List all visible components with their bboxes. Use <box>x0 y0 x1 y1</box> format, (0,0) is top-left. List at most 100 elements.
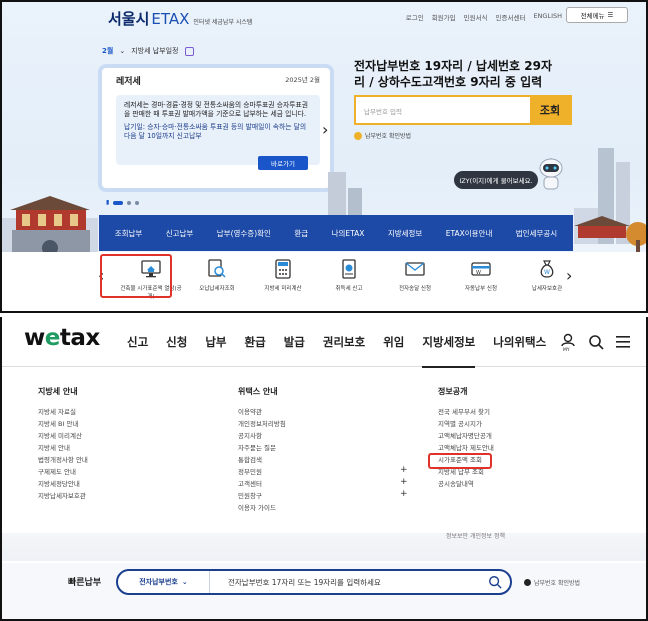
menu-link[interactable]: 지방납세자보호관 <box>38 490 88 502</box>
quick-pay-box: 전자납부번호 ⌄ 전자납부번호 17자리 또는 19자리를 입력하세요 <box>116 569 512 595</box>
wetax-logo[interactable]: wetax <box>24 325 100 351</box>
logo-e: e <box>44 325 61 351</box>
top-link[interactable]: 로그인 <box>406 12 424 22</box>
quick-pay-hint[interactable]: 납부번호 확인방법 <box>524 578 580 587</box>
pay-type-select[interactable]: 전자납부번호 ⌄ <box>118 571 210 593</box>
menu-link[interactable]: 구제제도 안내 <box>38 466 88 478</box>
gnb-item-active[interactable]: 지방세정보 <box>413 334 484 368</box>
top-link[interactable]: ENGLISH <box>533 12 562 22</box>
gnb-item[interactable]: 환급 <box>236 334 275 350</box>
izy-chat-bubble[interactable]: IZY(이지)에게 물어보세요. <box>454 171 538 189</box>
quick-item-autopay[interactable]: W 자동납부 신청 <box>448 258 514 300</box>
nav-item[interactable]: 지방세정보 <box>388 228 423 239</box>
menu-link[interactable]: 전국 세무부서 찾기 <box>438 406 494 418</box>
plus-icon[interactable]: + <box>400 477 416 487</box>
menu-link-expandable[interactable]: 민원창구 + <box>238 489 408 502</box>
gnb-item[interactable]: 발급 <box>275 334 314 350</box>
background-text: 정보보안 개인정보 정책 <box>446 533 506 540</box>
quick-item-label: 지방세 미리계산 <box>264 286 302 292</box>
menu-link[interactable]: 지방세 BI 안내 <box>38 418 88 430</box>
nav-item[interactable]: 신고납부 <box>166 228 194 239</box>
search-button[interactable]: 조회 <box>530 97 570 123</box>
user-icon[interactable]: MY <box>560 333 576 351</box>
gnb-item[interactable]: 나의위택스 <box>484 334 555 350</box>
calendar-icon[interactable] <box>184 46 194 56</box>
moneybag-icon: W <box>540 260 554 278</box>
logo-rest: tax <box>59 325 100 351</box>
gnb-item[interactable]: 권리보호 <box>314 334 374 350</box>
header-icons: MY <box>560 333 630 351</box>
pay-type-value: 전자납부번호 <box>139 578 178 586</box>
etax-logo[interactable]: 서울시 ETAX 인터넷 세금납부 시스템 <box>108 8 252 29</box>
logo-w: w <box>24 325 45 351</box>
background-band <box>2 533 646 561</box>
menu-link[interactable]: 법령개정사항 안내 <box>38 454 88 466</box>
plus-icon[interactable]: + <box>400 489 416 499</box>
gnb-item[interactable]: 납부 <box>196 334 235 350</box>
menu-link[interactable]: 지방세 안내 <box>38 442 88 454</box>
payment-number-input[interactable]: 납부번호 입력 <box>356 97 530 123</box>
menu-column-wetax: 위택스 안내 이용약관 개인정보처리방침 공지사항 자주묻는 질문 통합검색 정… <box>238 386 408 514</box>
menu-link[interactable]: 지방세 미리계산 <box>38 430 88 442</box>
menu-link[interactable]: 지방세 자료실 <box>38 406 88 418</box>
nav-item[interactable]: 납부(영수증)확인 <box>217 228 271 239</box>
nav-item[interactable]: ETAX이용안내 <box>446 228 493 239</box>
menu-link[interactable]: 통합검색 <box>238 454 408 466</box>
quick-next-icon[interactable]: › <box>566 266 572 285</box>
mail-icon <box>405 262 425 276</box>
top-link[interactable]: 회원가입 <box>432 12 456 22</box>
deadline-text: 승자·승마·전통소싸움 투표권 등의 발매일이 속하는 달의 다음 달 10일까… <box>124 123 307 140</box>
column-title: 지방세 안내 <box>38 387 78 396</box>
nav-item[interactable]: 환급 <box>294 228 308 239</box>
info-icon <box>354 131 362 140</box>
quick-item-acquisition[interactable]: 취득세 신고 <box>316 258 382 300</box>
quick-pay-search-button[interactable] <box>480 575 510 589</box>
wetax-main-nav: 신고 신청 납부 환급 발급 권리보호 위임 지방세정보 나의위택스 <box>118 334 555 368</box>
menu-link-label: 민원창구 <box>238 492 262 500</box>
menu-link-label: 정부민원 <box>238 468 262 476</box>
menu-link[interactable]: 개인정보처리방침 <box>238 418 408 430</box>
menu-link-label: 고객센터 <box>238 480 262 488</box>
quick-item-e-delivery[interactable]: 전자송달 신청 <box>382 258 448 300</box>
quick-item-calculator[interactable]: 지방세 미리계산 <box>250 258 316 300</box>
chevron-down-icon[interactable]: ⌄ <box>119 47 125 55</box>
gnb-item[interactable]: 신청 <box>157 334 196 350</box>
search-icon[interactable] <box>588 334 604 350</box>
menu-link[interactable]: 지역별 공시지가 <box>438 418 494 430</box>
menu-link[interactable]: 공지사항 <box>238 430 408 442</box>
menu-link[interactable]: 이용약관 <box>238 406 408 418</box>
quick-item-overpaid[interactable]: 오납납세자조회 <box>184 258 250 300</box>
column-title: 위택스 안내 <box>238 387 278 396</box>
menu-link-expandable[interactable]: 고객센터 + <box>238 477 408 490</box>
top-links: 로그인 회원가입 민원서식 인증서센터 ENGLISH <box>406 12 562 22</box>
carousel-next-icon[interactable]: › <box>322 120 328 139</box>
menu-link[interactable]: 공시송달내역 <box>438 478 494 490</box>
nav-item[interactable]: 법인세무공시 <box>516 228 557 239</box>
card-title: 레저세 <box>116 77 141 87</box>
gnb-item[interactable]: 신고 <box>118 334 157 350</box>
menu-icon[interactable] <box>616 336 630 348</box>
column-title: 정보공개 <box>438 387 468 396</box>
all-menu-label: 전체메뉴 <box>580 12 605 20</box>
menu-link[interactable]: 고액체납자명단공개 <box>438 430 494 442</box>
seoul-etax-page: 서울시 ETAX 인터넷 세금납부 시스템 로그인 회원가입 민원서식 인증서센터 … <box>2 2 646 310</box>
calculator-icon <box>275 259 291 279</box>
plus-icon[interactable]: + <box>400 465 416 475</box>
payment-hint[interactable]: 납부번호 확인방법 <box>354 131 411 140</box>
menu-link[interactable]: 자주묻는 질문 <box>238 442 408 454</box>
nav-item[interactable]: 조회납부 <box>115 228 143 239</box>
robot-mascot-icon[interactable] <box>536 158 566 192</box>
top-link[interactable]: 민원서식 <box>464 12 488 22</box>
svg-text:W: W <box>476 270 481 276</box>
pay-number-input[interactable]: 전자납부번호 17자리 또는 19자리를 입력하세요 <box>210 577 480 588</box>
gnb-item[interactable]: 위임 <box>374 334 413 350</box>
top-link[interactable]: 인증서센터 <box>496 12 526 22</box>
menu-link-expandable[interactable]: 정부민원 + <box>238 465 408 478</box>
menu-column-local-tax: 지방세 안내 지방세 자료실 지방세 BI 안내 지방세 미리계산 지방세 안내… <box>38 386 88 502</box>
all-menu-button[interactable]: 전체메뉴 ☰ <box>566 7 628 23</box>
menu-link[interactable]: 이용자 가이드 <box>238 502 408 514</box>
search-icon <box>489 576 502 589</box>
menu-column-info: 정보공개 전국 세무부서 찾기 지역별 공시지가 고액체납자명단공개 고액체납자… <box>438 386 494 490</box>
menu-link[interactable]: 지방세정당안내 <box>38 478 88 490</box>
nav-item[interactable]: 나의ETAX <box>332 228 365 239</box>
